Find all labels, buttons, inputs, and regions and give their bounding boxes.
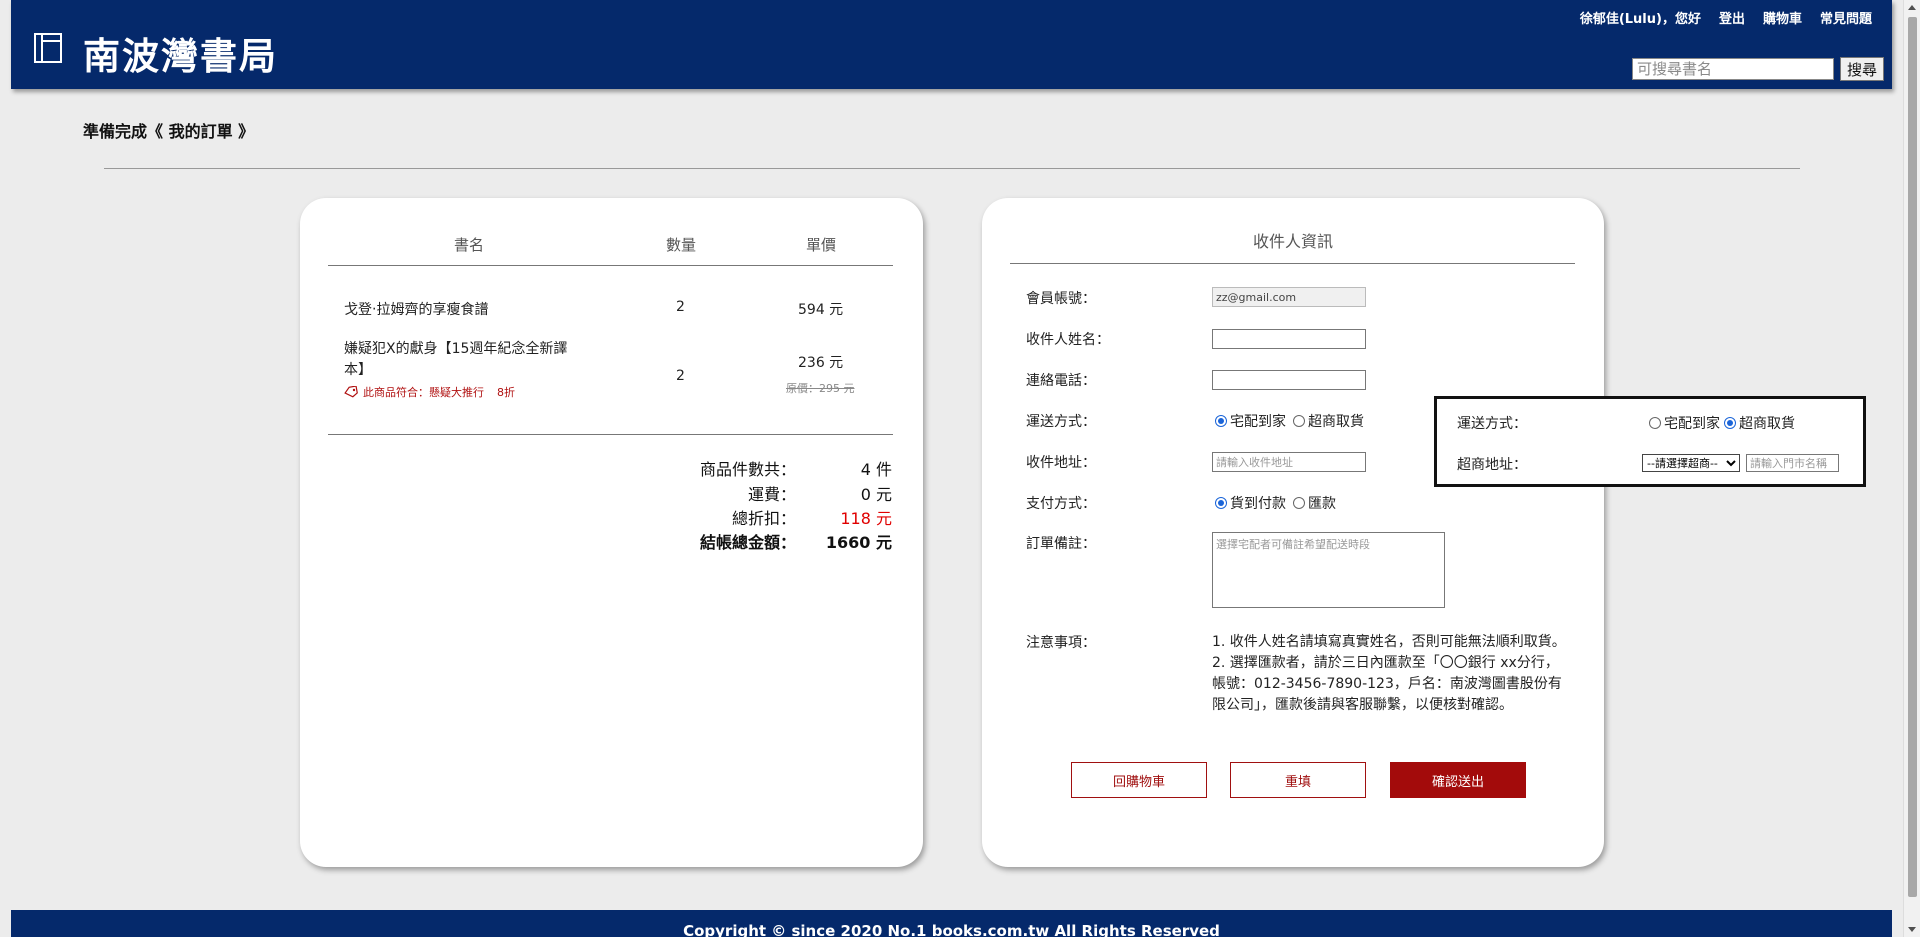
recipient-form-panel: 收件人資訊 會員帳號： 收件人姓名： 連絡電話： 運送方式： 宅配到家 超商取貨… bbox=[982, 198, 1604, 867]
summary-shipping-value: 0 元 bbox=[860, 485, 892, 504]
item-price: 236 元 bbox=[798, 355, 844, 371]
radio-selected-icon[interactable] bbox=[1215, 497, 1227, 509]
page-title: 準備完成《 我的訂單 》 bbox=[83, 122, 255, 141]
page-scrollbar[interactable] bbox=[1903, 0, 1920, 937]
summary-shipping-row: 運費： 0 元 bbox=[666, 481, 892, 505]
tag-icon bbox=[344, 386, 358, 398]
summary-count-row: 商品件數共： 4 件 bbox=[666, 456, 892, 480]
faq-link[interactable]: 常見問題 bbox=[1820, 8, 1872, 27]
item-name[interactable]: 戈登‧拉姆齊的享瘦食譜 bbox=[344, 299, 488, 319]
radio-unselected-icon[interactable] bbox=[1649, 417, 1661, 429]
top-nav: 徐郁佳(Lulu)，您好 登出 購物車 常見問題 bbox=[1580, 8, 1872, 27]
account-field[interactable] bbox=[1212, 287, 1366, 307]
column-header-name: 書名 bbox=[454, 236, 485, 254]
store-address-label: 超商地址： bbox=[1457, 457, 1527, 473]
user-greeting: 徐郁佳(Lulu)，您好 bbox=[1579, 12, 1701, 27]
shipping-home-label: 宅配到家 bbox=[1230, 414, 1286, 430]
summary-count-label: 商品件數共： bbox=[699, 460, 796, 479]
scrollbar-thumb[interactable] bbox=[1908, 17, 1917, 897]
item-qty: 2 bbox=[676, 299, 685, 315]
scroll-up-icon[interactable] bbox=[1908, 5, 1916, 10]
site-footer: Copyright © since 2020 No.1 books.com.tw… bbox=[11, 910, 1892, 937]
popup-shipping-home-label: 宅配到家 bbox=[1664, 416, 1720, 432]
phone-label: 連絡電話： bbox=[1026, 373, 1096, 389]
item-name-line1[interactable]: 嫌疑犯X的獻身【15週年紀念全新譯 bbox=[344, 338, 567, 358]
summary-total-value: 1660 元 bbox=[825, 533, 892, 552]
summary-total-row: 結帳總金額： 1660 元 bbox=[666, 529, 892, 553]
promo-tag: 此商品符合：懸疑大推行 8折 bbox=[344, 384, 515, 400]
reset-button[interactable]: 重填 bbox=[1230, 762, 1366, 798]
popup-shipping-label: 運送方式： bbox=[1457, 416, 1527, 432]
submit-order-button[interactable]: 確認送出 bbox=[1390, 762, 1526, 798]
remark-textarea[interactable] bbox=[1212, 532, 1445, 608]
radio-unselected-icon[interactable] bbox=[1293, 415, 1305, 427]
shipping-home-option[interactable]: 宅配到家 bbox=[1215, 411, 1286, 431]
summary-discount-row: 總折扣： 118 元 bbox=[666, 505, 892, 529]
promo-text: 此商品符合：懸疑大推行 bbox=[363, 386, 484, 399]
store-pickup-panel: 運送方式： 宅配到家 超商取貨 超商地址： --請選擇超商-- bbox=[1434, 396, 1866, 487]
radio-selected-icon[interactable] bbox=[1215, 415, 1227, 427]
copyright-text: Copyright © since 2020 No.1 books.com.tw… bbox=[683, 922, 1220, 937]
popup-shipping-home-option[interactable]: 宅配到家 bbox=[1649, 413, 1720, 433]
items-divider bbox=[328, 434, 893, 435]
item-name-line2[interactable]: 本】 bbox=[344, 359, 372, 379]
search-button[interactable]: 搜尋 bbox=[1840, 57, 1884, 81]
form-title-divider bbox=[1010, 263, 1575, 264]
notes-text: 1. 收件人姓名請填寫真實姓名，否則可能無法順利取貨。 2. 選擇匯款者，請於三… bbox=[1212, 632, 1572, 716]
payment-cod-option[interactable]: 貨到付款 bbox=[1215, 493, 1286, 513]
column-header-qty: 數量 bbox=[666, 236, 697, 254]
popup-shipping-group: 宅配到家 超商取貨 bbox=[1649, 413, 1799, 433]
scroll-down-icon[interactable] bbox=[1908, 927, 1916, 932]
table-header-divider bbox=[328, 265, 893, 266]
phone-field[interactable] bbox=[1212, 370, 1366, 390]
item-original-price: 原價：295 元 bbox=[786, 382, 855, 395]
note-item: 1. 收件人姓名請填寫真實姓名，否則可能無法順利取貨。 bbox=[1212, 634, 1566, 650]
store-name-field[interactable] bbox=[1746, 454, 1839, 472]
summary-discount-value: 118 元 bbox=[840, 509, 892, 528]
summary-discount-label: 總折扣： bbox=[731, 509, 796, 528]
summary-count-value: 4 件 bbox=[860, 460, 892, 479]
summary-shipping-label: 運費： bbox=[747, 485, 796, 504]
form-title: 收件人資訊 bbox=[1252, 232, 1333, 251]
logout-link[interactable]: 登出 bbox=[1719, 8, 1745, 27]
order-summary-panel: 書名 數量 單價 戈登‧拉姆齊的享瘦食譜 2 594 元 嫌疑犯X的獻身【15週… bbox=[300, 198, 923, 867]
payment-method-group: 貨到付款 匯款 bbox=[1215, 493, 1340, 513]
shipping-store-label: 超商取貨 bbox=[1308, 414, 1364, 430]
payment-transfer-option[interactable]: 匯款 bbox=[1293, 493, 1336, 513]
radio-unselected-icon[interactable] bbox=[1293, 497, 1305, 509]
recipient-name-field[interactable] bbox=[1212, 329, 1366, 349]
search-input[interactable] bbox=[1632, 58, 1834, 80]
radio-selected-icon[interactable] bbox=[1724, 417, 1736, 429]
popup-shipping-store-option[interactable]: 超商取貨 bbox=[1724, 413, 1795, 433]
payment-transfer-label: 匯款 bbox=[1308, 496, 1336, 512]
remark-label: 訂單備註： bbox=[1026, 536, 1096, 552]
recipient-name-label: 收件人姓名： bbox=[1026, 332, 1110, 348]
note-item: 2. 選擇匯款者，請於三日內匯款至「〇〇銀行 xx分行，帳號：012-3456-… bbox=[1212, 655, 1562, 713]
address-field[interactable] bbox=[1212, 452, 1366, 472]
promo-discount: 8折 bbox=[497, 386, 515, 399]
shipping-method-group: 宅配到家 超商取貨 bbox=[1215, 411, 1368, 431]
shipping-method-label: 運送方式： bbox=[1026, 414, 1096, 430]
notes-label: 注意事項： bbox=[1026, 635, 1096, 651]
account-label: 會員帳號： bbox=[1026, 291, 1096, 307]
page-divider bbox=[104, 168, 1800, 169]
item-qty: 2 bbox=[676, 368, 685, 384]
cart-link[interactable]: 購物車 bbox=[1763, 8, 1802, 27]
summary-total-label: 結帳總金額： bbox=[699, 533, 796, 552]
site-header: 南波灣書局 徐郁佳(Lulu)，您好 登出 購物車 常見問題 搜尋 bbox=[11, 0, 1892, 89]
brand-title[interactable]: 南波灣書局 bbox=[83, 26, 278, 80]
payment-cod-label: 貨到付款 bbox=[1230, 496, 1286, 512]
store-select[interactable]: --請選擇超商-- bbox=[1642, 454, 1740, 472]
payment-method-label: 支付方式： bbox=[1026, 496, 1096, 512]
back-to-cart-button[interactable]: 回購物車 bbox=[1071, 762, 1207, 798]
popup-shipping-store-label: 超商取貨 bbox=[1739, 416, 1795, 432]
item-price: 594 元 bbox=[798, 302, 844, 318]
column-header-price: 單價 bbox=[806, 236, 837, 254]
address-label: 收件地址： bbox=[1026, 455, 1096, 471]
shipping-store-option[interactable]: 超商取貨 bbox=[1293, 411, 1364, 431]
book-logo-icon[interactable] bbox=[33, 32, 63, 64]
